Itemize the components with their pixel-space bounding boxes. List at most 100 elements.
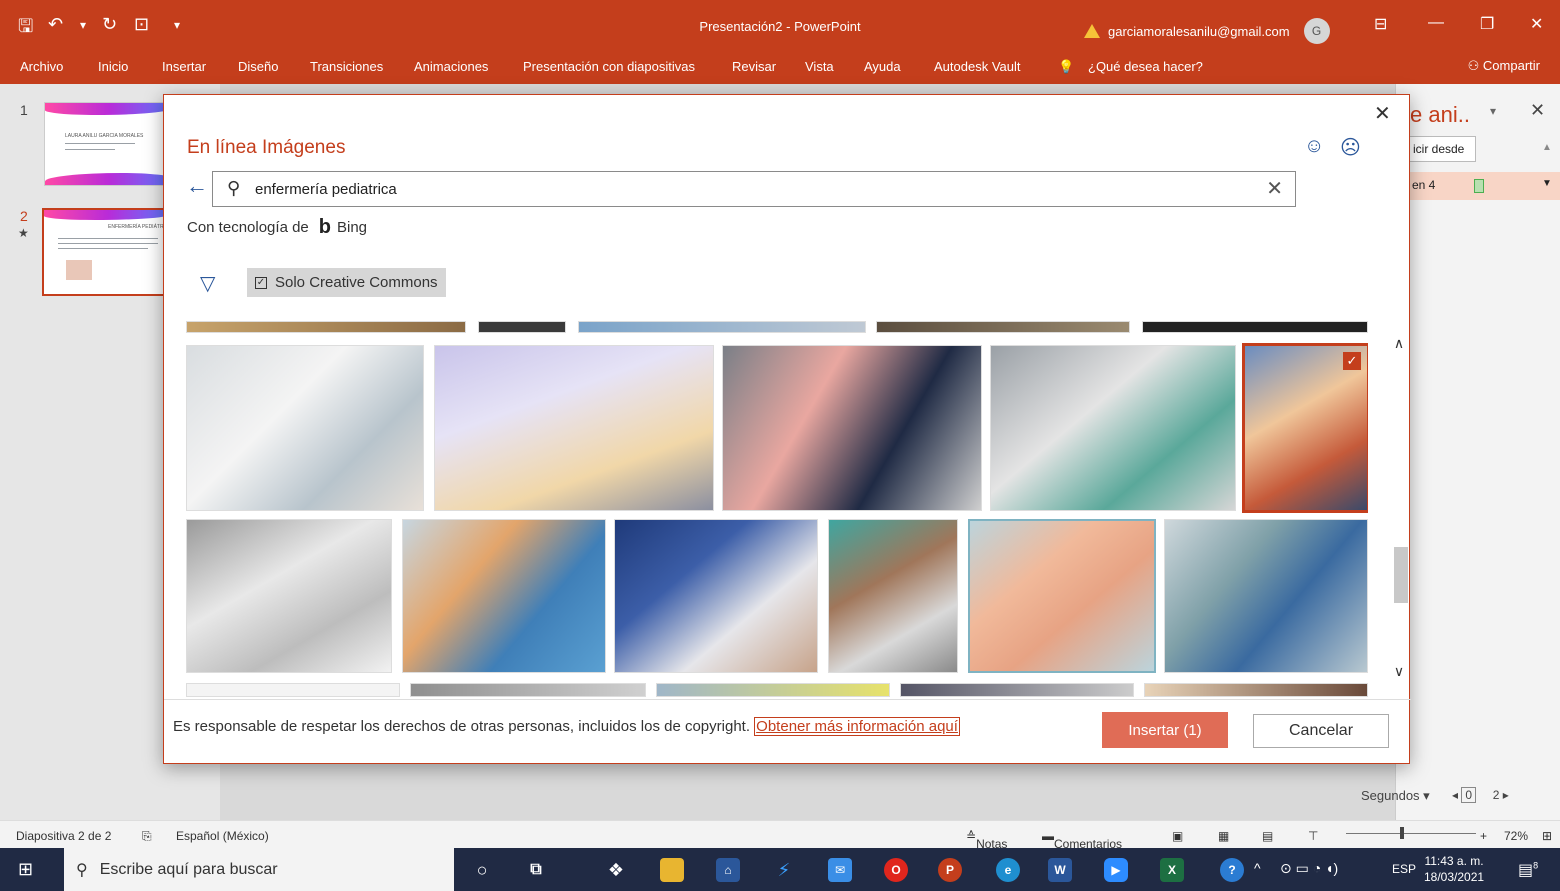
system-clock[interactable]: 11:43 a. m. 18/03/2021 <box>1424 853 1484 885</box>
tab-insertar[interactable]: Insertar <box>162 59 206 74</box>
image-result[interactable] <box>1142 321 1368 333</box>
image-result[interactable] <box>410 683 646 697</box>
pane-options-icon[interactable]: ▾ <box>1490 104 1496 118</box>
slide-sorter-icon[interactable]: ▦ <box>1218 829 1229 843</box>
tab-animaciones[interactable]: Animaciones <box>414 59 488 74</box>
clear-search-icon[interactable]: ✕ <box>1266 176 1283 201</box>
image-result[interactable] <box>722 345 982 511</box>
cortana-icon[interactable]: ○ <box>470 858 494 882</box>
insert-button[interactable]: Insertar (1) <box>1102 712 1228 748</box>
mail-icon[interactable]: ✉ <box>828 858 852 882</box>
opera-icon[interactable]: O <box>884 858 908 882</box>
image-result-selected[interactable]: ✓ <box>1242 343 1368 513</box>
zoom-slider-handle[interactable] <box>1400 827 1404 839</box>
close-pane-icon[interactable]: ✕ <box>1530 100 1545 121</box>
image-result[interactable] <box>186 519 392 673</box>
dropbox-icon[interactable]: ❖ <box>604 858 628 882</box>
scrollbar-thumb[interactable] <box>1394 547 1408 603</box>
notes-button[interactable]: ≙ Notas <box>966 829 1007 851</box>
image-result[interactable] <box>478 321 566 333</box>
minimize-icon[interactable]: — <box>1428 14 1444 32</box>
zoom-level[interactable]: 72% <box>1504 829 1528 843</box>
input-language[interactable]: ESP <box>1392 862 1416 876</box>
scroll-down-arrow-icon[interactable]: ∨ <box>1390 663 1408 680</box>
notification-icon[interactable]: ▤8 <box>1518 860 1538 880</box>
seconds-dropdown[interactable]: Segundos ▾ <box>1361 788 1430 804</box>
comments-button[interactable]: ▬ Comentarios <box>1042 829 1122 851</box>
image-result[interactable] <box>900 683 1134 697</box>
help-icon[interactable]: ? <box>1220 858 1244 882</box>
edge-icon[interactable]: e <box>996 858 1020 882</box>
task-view-icon[interactable]: ⧉ <box>524 858 548 882</box>
image-result[interactable] <box>828 519 958 673</box>
tab-autodesk-vault[interactable]: Autodesk Vault <box>934 59 1020 74</box>
language-indicator[interactable]: Español (México) <box>176 829 269 843</box>
results-scrollbar[interactable]: ∧ ∨ <box>1390 321 1408 697</box>
store-icon[interactable]: ⌂ <box>716 858 740 882</box>
seconds-scale[interactable]: ◂ 0 2 ▸ <box>1452 787 1509 803</box>
avatar[interactable]: G <box>1303 18 1330 44</box>
powerpoint-icon[interactable]: P <box>938 858 962 882</box>
animation-item[interactable]: en 4 ▼ <box>1396 172 1560 200</box>
ribbon-display-options-icon[interactable]: ⊟ <box>1374 14 1387 34</box>
image-result[interactable] <box>186 321 466 333</box>
close-window-icon[interactable]: ✕ <box>1530 14 1543 34</box>
spellcheck-icon[interactable]: ⎘ <box>142 829 152 844</box>
image-result[interactable] <box>876 321 1130 333</box>
image-result[interactable] <box>578 321 866 333</box>
image-result[interactable] <box>1164 519 1368 673</box>
image-result[interactable] <box>434 345 714 511</box>
image-result[interactable] <box>1144 683 1368 697</box>
normal-view-icon[interactable]: ▣ <box>1172 829 1183 843</box>
fit-to-window-icon[interactable]: ⊞ <box>1542 829 1552 843</box>
zoom-slider[interactable] <box>1346 833 1476 834</box>
tab-diseno[interactable]: Diseño <box>238 59 278 74</box>
image-result[interactable] <box>402 519 606 673</box>
file-explorer-icon[interactable] <box>660 858 684 882</box>
windows-start-icon[interactable]: ⊞ <box>18 859 33 880</box>
slideshow-icon[interactable]: ⊤ <box>1308 829 1318 843</box>
chevron-down-icon[interactable]: ▼ <box>1542 178 1552 189</box>
close-dialog-icon[interactable]: ✕ <box>1374 101 1391 126</box>
image-result[interactable] <box>968 519 1156 673</box>
play-from-button[interactable]: icir desde <box>1408 136 1476 162</box>
tab-inicio[interactable]: Inicio <box>98 59 128 74</box>
back-arrow-icon[interactable]: ← <box>186 173 208 199</box>
image-result[interactable] <box>656 683 890 697</box>
smile-feedback-icon[interactable]: ☺ <box>1304 135 1324 158</box>
tab-vista[interactable]: Vista <box>805 59 834 74</box>
cancel-button[interactable]: Cancelar <box>1253 714 1389 748</box>
tab-transiciones[interactable]: Transiciones <box>310 59 383 74</box>
scroll-up-arrow-icon[interactable]: ∧ <box>1390 335 1408 352</box>
taskbar-search[interactable]: ⚲ Escribe aquí para buscar <box>64 848 454 891</box>
image-result[interactable] <box>990 345 1236 511</box>
frown-feedback-icon[interactable]: ☹ <box>1340 135 1361 160</box>
app-icon[interactable]: ⚡ <box>772 858 796 882</box>
image-search-input[interactable] <box>255 178 1215 200</box>
slide-indicator[interactable]: Diapositiva 2 de 2 <box>16 829 111 843</box>
share-button[interactable]: ⚇ Compartir <box>1468 58 1540 74</box>
tell-me-search[interactable]: ¿Qué desea hacer? <box>1088 59 1203 74</box>
reading-view-icon[interactable]: ▤ <box>1262 829 1273 843</box>
account-area[interactable]: garciamoralesanilu@gmail.com G <box>1084 18 1330 44</box>
excel-icon[interactable]: X <box>1160 858 1184 882</box>
tab-presentacion[interactable]: Presentación con diapositivas <box>523 59 695 74</box>
tab-revisar[interactable]: Revisar <box>732 59 776 74</box>
zoom-icon[interactable]: ▶ <box>1104 858 1128 882</box>
more-info-link[interactable]: Obtener más información aquí <box>754 717 960 736</box>
image-result[interactable] <box>186 683 400 697</box>
image-result[interactable] <box>186 345 424 511</box>
tray-icons[interactable]: ⊙ ▭ ◔ ◖) <box>1280 860 1338 877</box>
filter-icon[interactable]: ▽ <box>200 271 215 296</box>
tab-archivo[interactable]: Archivo <box>20 59 63 74</box>
image-result[interactable] <box>614 519 818 673</box>
tab-ayuda[interactable]: Ayuda <box>864 59 901 74</box>
slide-thumbnail-2[interactable]: ENFERMERÍA PEDIÁTRICA <box>42 208 174 296</box>
creative-commons-checkbox[interactable]: ✓ Solo Creative Commons <box>247 268 446 297</box>
image-search-box[interactable]: ⚲ ✕ <box>212 171 1296 207</box>
slide-thumbnail-1[interactable]: LAURA ANILU GARCIA MORALES <box>44 102 174 186</box>
tray-chevron-icon[interactable]: ^ <box>1254 860 1261 876</box>
selected-check-icon[interactable]: ✓ <box>1343 352 1361 370</box>
zoom-in-icon[interactable]: + <box>1480 829 1487 843</box>
restore-icon[interactable]: ❐ <box>1480 14 1494 34</box>
